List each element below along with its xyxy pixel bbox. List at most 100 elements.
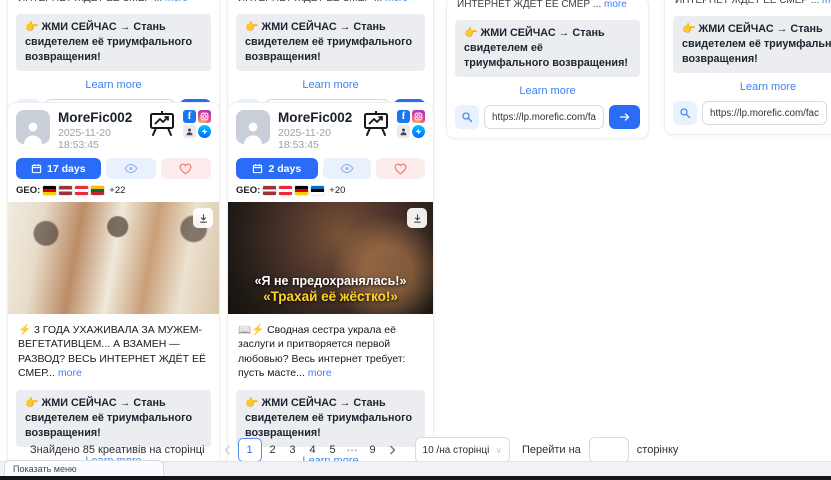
geo-row: GEO: +22 [8, 179, 219, 200]
days-active-button[interactable]: 2 days [236, 158, 318, 179]
flag-austria-icon [279, 186, 292, 195]
card-header: MoreFic002 2025-11-20 18:53:45 f [228, 103, 433, 151]
flag-latvia-icon [263, 186, 276, 195]
cta-text: 👉 ЖМИ СЕЙЧАС → Стань свидетелем её триум… [455, 20, 640, 77]
profile-name[interactable]: MoreFic002 [58, 110, 140, 125]
creative-description: ⚡ 3 ГОДА УХАЖИВАЛА ЗА МУЖЕМ-ВЕГЕТАТИВЦЕМ… [8, 314, 219, 381]
flag-estonia-icon [311, 186, 324, 195]
heart-icon [394, 163, 407, 175]
landing-url-input[interactable] [484, 105, 604, 129]
avatar [236, 110, 270, 144]
chart-board-icon[interactable] [362, 110, 390, 141]
page-1-active[interactable]: 1 [238, 438, 262, 462]
creative-card-1: MoreFic002 2025-11-20 18:53:45 f 17 days [8, 103, 219, 480]
eye-icon [124, 163, 138, 174]
results-count: Знайдено 85 креативів на сторінці [30, 444, 205, 456]
card-header: MoreFic002 2025-11-20 18:53:45 f [8, 103, 219, 151]
creative-card-top-4: ИНТЕРНЕТ ЖДЁТ ЕЁ СМЕР ... more 👉 ЖМИ СЕЙ… [665, 0, 831, 134]
page-5[interactable]: 5 [323, 439, 343, 461]
creative-card-2: MoreFic002 2025-11-20 18:53:45 f 2 days [228, 103, 433, 480]
instagram-icon [412, 110, 425, 123]
flag-austria-icon [75, 186, 88, 195]
creatives-spy-page: ИНТЕРНЕТ ЖДЁТ ЕЁ СМЕР ... more 👉 ЖМИ СЕЙ… [0, 0, 831, 480]
download-image-icon[interactable] [407, 208, 427, 228]
favorite-button[interactable] [161, 158, 211, 179]
page-2[interactable]: 2 [263, 439, 283, 461]
geo-row: GEO: +20 [228, 179, 433, 200]
more-link[interactable]: more [604, 0, 627, 10]
calendar-icon [31, 163, 42, 174]
show-menu-button[interactable]: Показать меню [4, 460, 164, 476]
page-3[interactable]: 3 [283, 439, 303, 461]
calendar-icon [252, 163, 263, 174]
learn-more-link[interactable]: Learn more [228, 71, 433, 96]
flag-germany-icon [43, 186, 56, 195]
pages-ellipsis[interactable]: ••• [343, 439, 363, 461]
more-link[interactable]: more [385, 0, 408, 4]
search-icon[interactable] [673, 101, 697, 125]
creative-description: 📖⚡ Сводная сестра украла её заслуги и пр… [228, 314, 433, 381]
next-page-icon[interactable] [383, 439, 403, 461]
description-snippet: ИНТЕРНЕТ ЖДЁТ ЕЁ СМЕР ... more [675, 0, 831, 7]
goto-label: Перейти на [522, 444, 581, 456]
more-link[interactable]: more [822, 0, 831, 6]
creative-image[interactable] [8, 202, 219, 314]
prev-page-icon[interactable] [217, 439, 237, 461]
person-icon [20, 118, 46, 144]
preview-button[interactable] [323, 158, 372, 179]
landing-url-input[interactable] [702, 101, 827, 125]
flag-lithuania-icon [91, 186, 104, 195]
cta-text: 👉 ЖМИ СЕЙЧАС → Стань свидетелем её триум… [673, 16, 831, 73]
geo-label: GEO: [16, 185, 40, 196]
card-actions: 17 days [8, 151, 219, 179]
header-icons: f [148, 110, 211, 141]
cta-text: 👉 ЖМИ СЕЙЧАС → Стань свидетелем её триум… [236, 14, 425, 71]
description-snippet: ИНТЕРНЕТ ЖДЁТ ЕЁ СМЕР ... more [18, 0, 209, 5]
avatar [16, 110, 50, 144]
placement-icons: f [183, 110, 211, 138]
more-link[interactable]: more [165, 0, 188, 4]
description-snippet: ИНТЕРНЕТ ЖДЁТ ЕЁ СМЕР ... more [238, 0, 423, 5]
geo-label: GEO: [236, 185, 260, 196]
bottom-bar [0, 476, 831, 480]
audience-network-icon [397, 125, 410, 138]
search-icon[interactable] [455, 105, 479, 129]
header-icons: f [362, 110, 425, 141]
url-row [665, 98, 831, 134]
page-4[interactable]: 4 [303, 439, 323, 461]
days-active-button[interactable]: 17 days [16, 158, 101, 179]
messenger-icon [198, 125, 211, 138]
description-snippet: ИНТЕРНЕТ ЖДЁТ ЕЁ СМЕР ... more [457, 0, 638, 11]
creative-image[interactable]: «Я не предохранялась!» «Трахай её жёстко… [228, 202, 433, 314]
person-icon [240, 118, 266, 144]
card-actions: 2 days [228, 151, 433, 179]
preview-button[interactable] [106, 158, 156, 179]
flag-germany-icon [295, 186, 308, 195]
messenger-icon [412, 125, 425, 138]
learn-more-link[interactable]: Learn more [665, 73, 831, 98]
chart-board-icon[interactable] [148, 110, 176, 141]
facebook-icon: f [397, 110, 410, 123]
creative-card-top-3: ИНТЕРНЕТ ЖДЁТ ЕЁ СМЕР ... more 👉 ЖМИ СЕЙ… [447, 0, 648, 138]
favorite-button[interactable] [376, 158, 425, 179]
image-overlay-text: «Я не предохранялась!» «Трахай её жёстко… [228, 274, 433, 307]
chevron-down-icon: ∨ [495, 446, 502, 455]
geo-extra-count[interactable]: +22 [109, 185, 125, 196]
learn-more-link[interactable]: Learn more [8, 71, 219, 96]
flag-latvia-icon [59, 186, 72, 195]
profile-info: MoreFic002 2025-11-20 18:53:45 [58, 110, 140, 151]
more-link[interactable]: more [58, 367, 82, 379]
learn-more-link[interactable]: Learn more [447, 77, 648, 102]
open-url-button[interactable] [609, 105, 640, 129]
goto-page-input[interactable] [589, 437, 629, 463]
download-image-icon[interactable] [193, 208, 213, 228]
creative-datetime: 2025-11-20 18:53:45 [278, 127, 354, 151]
audience-network-icon [183, 125, 196, 138]
more-link[interactable]: more [308, 367, 332, 379]
page-9[interactable]: 9 [363, 439, 383, 461]
profile-name[interactable]: MoreFic002 [278, 110, 354, 125]
cta-text: 👉 ЖМИ СЕЙЧАС → Стань свидетелем её триум… [16, 14, 211, 71]
eye-icon [340, 163, 354, 174]
geo-extra-count[interactable]: +20 [329, 185, 345, 196]
per-page-select[interactable]: 10 /на сторінці ∨ [415, 437, 510, 463]
